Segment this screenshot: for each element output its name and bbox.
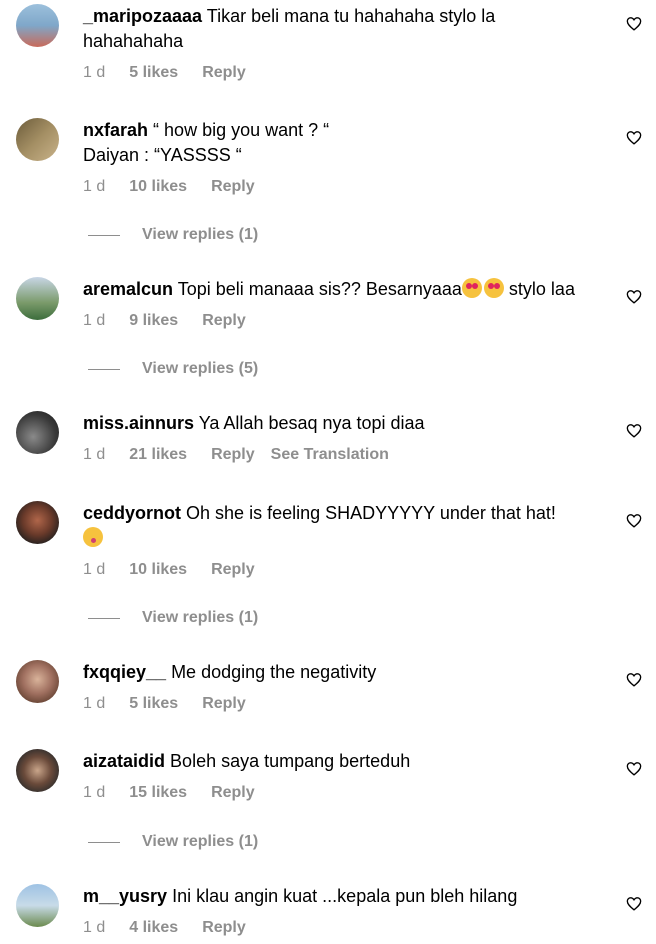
divider xyxy=(88,234,120,236)
view-replies-label: View replies (1) xyxy=(142,833,259,850)
comment-age: 1 d xyxy=(83,446,106,463)
likes-count[interactable]: 4 likes xyxy=(129,919,178,937)
likes-count[interactable]: 5 likes xyxy=(129,695,178,713)
username[interactable]: nxfarah xyxy=(83,120,148,140)
view-replies-button[interactable]: View replies (1) xyxy=(88,225,258,245)
view-replies-button[interactable]: View replies (1) xyxy=(88,832,258,852)
avatar[interactable] xyxy=(16,749,59,792)
username[interactable]: ceddyornot xyxy=(83,503,181,523)
heart-icon[interactable] xyxy=(626,672,642,687)
username[interactable]: fxqqiey__ xyxy=(83,662,166,682)
avatar[interactable] xyxy=(16,660,59,703)
comment-age: 1 d xyxy=(83,64,106,81)
view-replies-label: View replies (1) xyxy=(142,609,259,626)
comment-text: “ how big you want ? “ xyxy=(153,120,330,140)
likes-count[interactable]: 15 likes xyxy=(129,784,187,802)
view-replies-button[interactable]: View replies (5) xyxy=(88,359,258,379)
view-replies-label: View replies (5) xyxy=(142,360,259,377)
view-replies-button[interactable]: View replies (1) xyxy=(88,608,258,628)
comment-text: Ya Allah besaq nya topi diaa xyxy=(198,413,425,433)
heart-icon[interactable] xyxy=(626,16,642,31)
comment-text: Boleh saya tumpang berteduh xyxy=(170,751,411,771)
likes-count[interactable]: 9 likes xyxy=(129,312,178,330)
comment-text: Ini klau angin kuat ...kepala pun bleh h… xyxy=(172,886,518,906)
username[interactable]: _maripozaaaa xyxy=(83,6,202,26)
reply-button[interactable]: Reply xyxy=(202,695,246,713)
heart-icon[interactable] xyxy=(626,289,642,304)
see-translation-button[interactable]: See Translation xyxy=(271,446,389,464)
reply-button[interactable]: Reply xyxy=(211,561,255,579)
avatar[interactable] xyxy=(16,411,59,454)
reply-button[interactable]: Reply xyxy=(211,784,255,802)
comment-age: 1 d xyxy=(83,312,106,329)
comment-age: 1 d xyxy=(83,561,106,578)
divider xyxy=(88,617,120,619)
avatar[interactable] xyxy=(16,4,59,47)
username[interactable]: aizataidid xyxy=(83,751,165,771)
heart-icon[interactable] xyxy=(626,896,642,911)
reply-button[interactable]: Reply xyxy=(211,446,255,464)
reply-button[interactable]: Reply xyxy=(202,919,246,937)
heart-icon[interactable] xyxy=(626,423,642,438)
heart-icon[interactable] xyxy=(626,130,642,145)
comment-age: 1 d xyxy=(83,784,106,801)
username[interactable]: m__yusry xyxy=(83,886,167,906)
comment-text-line2: Daiyan : “YASSSS “ xyxy=(83,145,242,165)
comment-text: Me dodging the negativity xyxy=(171,662,377,682)
heart-icon[interactable] xyxy=(626,761,642,776)
heart-eyes-emoji-icon xyxy=(461,278,482,298)
view-replies-label: View replies (1) xyxy=(142,226,259,243)
kiss-emoji-icon xyxy=(83,527,103,547)
comment-age: 1 d xyxy=(83,178,106,195)
divider xyxy=(88,368,120,370)
comment-text: Topi beli manaaa sis?? Besarnyaaa xyxy=(177,279,462,299)
username[interactable]: miss.ainnurs xyxy=(83,413,194,433)
comment-age: 1 d xyxy=(83,919,106,936)
comment-text-after-emoji: stylo laa xyxy=(503,279,575,299)
avatar[interactable] xyxy=(16,884,59,927)
heart-eyes-emoji-icon xyxy=(483,278,504,298)
comment-text: Oh she is feeling SHADYYYYY under that h… xyxy=(186,503,556,523)
reply-button[interactable]: Reply xyxy=(202,64,246,82)
likes-count[interactable]: 5 likes xyxy=(129,64,178,82)
avatar[interactable] xyxy=(16,118,59,161)
likes-count[interactable]: 21 likes xyxy=(129,446,187,464)
reply-button[interactable]: Reply xyxy=(211,178,255,196)
likes-count[interactable]: 10 likes xyxy=(129,178,187,196)
avatar[interactable] xyxy=(16,501,59,544)
reply-button[interactable]: Reply xyxy=(202,312,246,330)
username[interactable]: aremalcun xyxy=(83,279,173,299)
likes-count[interactable]: 10 likes xyxy=(129,561,187,579)
comment-age: 1 d xyxy=(83,695,106,712)
avatar[interactable] xyxy=(16,277,59,320)
heart-icon[interactable] xyxy=(626,513,642,528)
divider xyxy=(88,841,120,843)
